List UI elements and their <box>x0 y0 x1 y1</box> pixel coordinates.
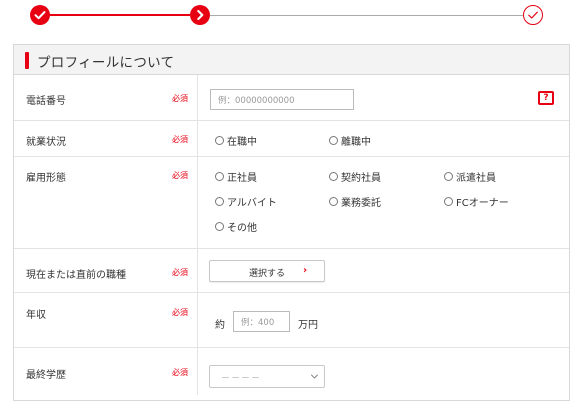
radio-unemployed[interactable]: 離職中 <box>329 133 371 148</box>
section-accent-bar <box>25 52 29 69</box>
income-label: 年収 <box>26 310 46 321</box>
radio-label: アルバイト <box>227 198 277 209</box>
radio-label: 離職中 <box>341 137 371 148</box>
step-1-indicator <box>30 5 50 25</box>
job-type-label: 現在または直前の職種 <box>26 270 126 281</box>
progress-line-remaining <box>210 14 524 16</box>
job-type-field-cell: 選択する › <box>198 249 569 292</box>
phone-field-cell: 例：00000000000 ? <box>198 75 569 120</box>
education-field-cell: －－－－ <box>198 348 569 395</box>
radio-circle-icon <box>329 172 338 181</box>
radio-label: 業務委託 <box>341 198 381 209</box>
check-icon <box>34 11 46 20</box>
phone-label: 電話番号 <box>26 96 66 107</box>
employment-type-row: 雇用形態 必須 正社員 契約社員 派遣社員 アルバイト 業務委託 FCオーナー … <box>14 157 569 249</box>
required-badge: 必須 <box>172 368 188 377</box>
employment-type-label-cell: 雇用形態 必須 <box>14 157 198 248</box>
progress-line-completed <box>49 14 190 16</box>
radio-circle-icon <box>215 136 224 145</box>
section-title: プロフィールについて <box>37 55 175 71</box>
radio-circle-icon <box>329 197 338 206</box>
phone-label-cell: 電話番号 必須 <box>14 75 198 120</box>
select-job-type-button[interactable]: 選択する › <box>209 260 325 282</box>
job-type-row: 現在または直前の職種 必須 選択する › <box>14 249 569 293</box>
radio-circle-icon <box>215 222 224 231</box>
chevron-right-icon <box>197 9 204 21</box>
section-header: プロフィールについて <box>14 45 569 75</box>
question-icon[interactable]: ? <box>538 91 554 105</box>
radio-fulltime[interactable]: 正社員 <box>215 169 257 184</box>
radio-parttime[interactable]: アルバイト <box>215 194 277 209</box>
step-progress <box>0 0 580 36</box>
radio-other[interactable]: その他 <box>215 219 257 234</box>
radio-label: 派遣社員 <box>456 173 496 184</box>
step-3-indicator <box>523 5 543 25</box>
required-badge: 必須 <box>172 94 188 103</box>
job-type-label-cell: 現在または直前の職種 必須 <box>14 249 198 292</box>
chevron-right-icon: › <box>303 265 308 276</box>
radio-circle-icon <box>215 172 224 181</box>
phone-row: 電話番号 必須 例：00000000000 ? <box>14 75 569 121</box>
income-label-cell: 年収 必須 <box>14 293 198 347</box>
phone-input[interactable]: 例：00000000000 <box>210 89 354 110</box>
employment-status-label: 就業状況 <box>26 137 66 148</box>
radio-outsourcing[interactable]: 業務委託 <box>329 194 381 209</box>
radio-label: 正社員 <box>227 173 257 184</box>
education-row: 最終学歴 必須 －－－－ <box>14 348 569 395</box>
radio-circle-icon <box>444 197 453 206</box>
radio-employed[interactable]: 在職中 <box>215 133 257 148</box>
radio-label: その他 <box>227 223 257 234</box>
radio-circle-icon <box>215 197 224 206</box>
profile-form-card: プロフィールについて 電話番号 必須 例：00000000000 ? 就業状況 … <box>13 44 570 401</box>
employment-status-row: 就業状況 必須 在職中 離職中 <box>14 121 569 157</box>
radio-label: 契約社員 <box>341 173 381 184</box>
education-label-cell: 最終学歴 必須 <box>14 348 198 395</box>
radio-label: 在職中 <box>227 137 257 148</box>
chevron-down-icon <box>311 374 318 379</box>
radio-circle-icon <box>329 136 338 145</box>
radio-label: FCオーナー <box>456 198 509 209</box>
select-button-label: 選択する <box>249 269 286 279</box>
radio-dispatch[interactable]: 派遣社員 <box>444 169 496 184</box>
radio-fc-owner[interactable]: FCオーナー <box>444 194 509 209</box>
step-2-indicator <box>190 5 210 25</box>
check-outline-icon <box>528 11 538 19</box>
employment-status-label-cell: 就業状況 必須 <box>14 121 198 156</box>
income-input[interactable]: 例：400 <box>233 311 290 332</box>
required-badge: 必須 <box>172 268 188 277</box>
employment-type-label: 雇用形態 <box>26 173 66 184</box>
income-field-cell: 約 例：400 万円 <box>198 293 569 347</box>
education-select[interactable]: －－－－ <box>209 365 325 388</box>
income-prefix: 約 <box>215 320 225 331</box>
required-badge: 必須 <box>172 171 188 180</box>
radio-circle-icon <box>444 172 453 181</box>
employment-type-field-cell: 正社員 契約社員 派遣社員 アルバイト 業務委託 FCオーナー その他 <box>198 157 569 248</box>
employment-status-field-cell: 在職中 離職中 <box>198 121 569 156</box>
required-badge: 必須 <box>172 135 188 144</box>
required-badge: 必須 <box>172 308 188 317</box>
income-row: 年収 必須 約 例：400 万円 <box>14 293 569 348</box>
income-unit: 万円 <box>298 320 318 331</box>
radio-contract[interactable]: 契約社員 <box>329 169 381 184</box>
education-select-value: －－－－ <box>221 374 262 384</box>
education-label: 最終学歴 <box>26 370 66 381</box>
